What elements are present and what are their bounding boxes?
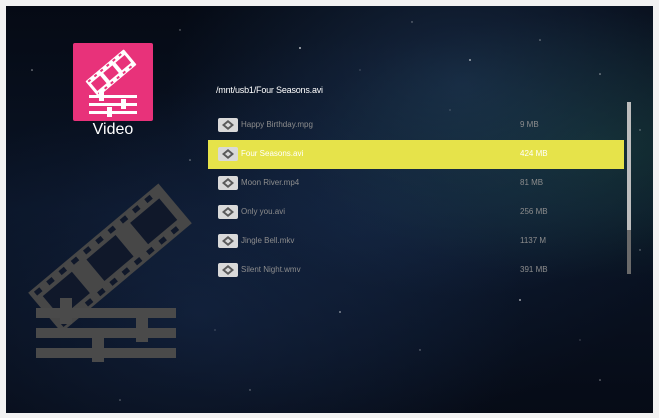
media-player-screen: Video /mnt/usb1/Four Seasons.avi Happy B… <box>0 0 659 418</box>
file-size: 9 MB <box>520 120 539 129</box>
video-watermark-icon <box>28 183 192 362</box>
file-name: Happy Birthday.mpg <box>241 120 313 129</box>
video-file-icon <box>218 263 238 277</box>
frame-border-top <box>0 0 659 6</box>
video-file-icon <box>218 118 238 132</box>
file-name: Moon River.mp4 <box>241 178 300 187</box>
file-list: Happy Birthday.mpg 9 MB Four Seasons.avi 42… <box>208 111 624 285</box>
file-list-item[interactable]: Four Seasons.avi 424 MB <box>208 140 624 169</box>
frame-border-right <box>653 0 659 418</box>
file-list-item[interactable]: Happy Birthday.mpg 9 MB <box>208 111 624 140</box>
file-name: Silent Night.wmv <box>241 265 301 274</box>
scrollbar-thumb[interactable] <box>627 102 631 230</box>
video-film-icon <box>85 49 137 117</box>
category-title: Video <box>92 121 134 138</box>
video-file-icon <box>218 205 238 219</box>
video-file-icon <box>218 176 238 190</box>
frame-border-bottom <box>0 413 659 418</box>
file-list-item[interactable]: Moon River.mp4 81 MB <box>208 169 624 198</box>
file-size: 81 MB <box>520 178 544 187</box>
file-size: 391 MB <box>520 265 548 274</box>
video-file-icon <box>218 147 238 161</box>
file-size: 424 MB <box>520 149 548 158</box>
file-name: Only you.avi <box>241 207 286 216</box>
file-name: Jingle Bell.mkv <box>241 236 295 245</box>
file-size: 1137 M <box>520 236 547 245</box>
frame-border-left <box>0 0 6 418</box>
current-path: /mnt/usb1/Four Seasons.avi <box>216 85 323 95</box>
video-category-tile <box>73 43 153 121</box>
file-list-item[interactable]: Silent Night.wmv 391 MB <box>208 256 624 285</box>
file-list-item[interactable]: Jingle Bell.mkv 1137 M <box>208 227 624 256</box>
file-size: 256 MB <box>520 207 548 216</box>
file-list-item[interactable]: Only you.avi 256 MB <box>208 198 624 227</box>
file-name: Four Seasons.avi <box>241 149 304 158</box>
video-file-icon <box>218 234 238 248</box>
